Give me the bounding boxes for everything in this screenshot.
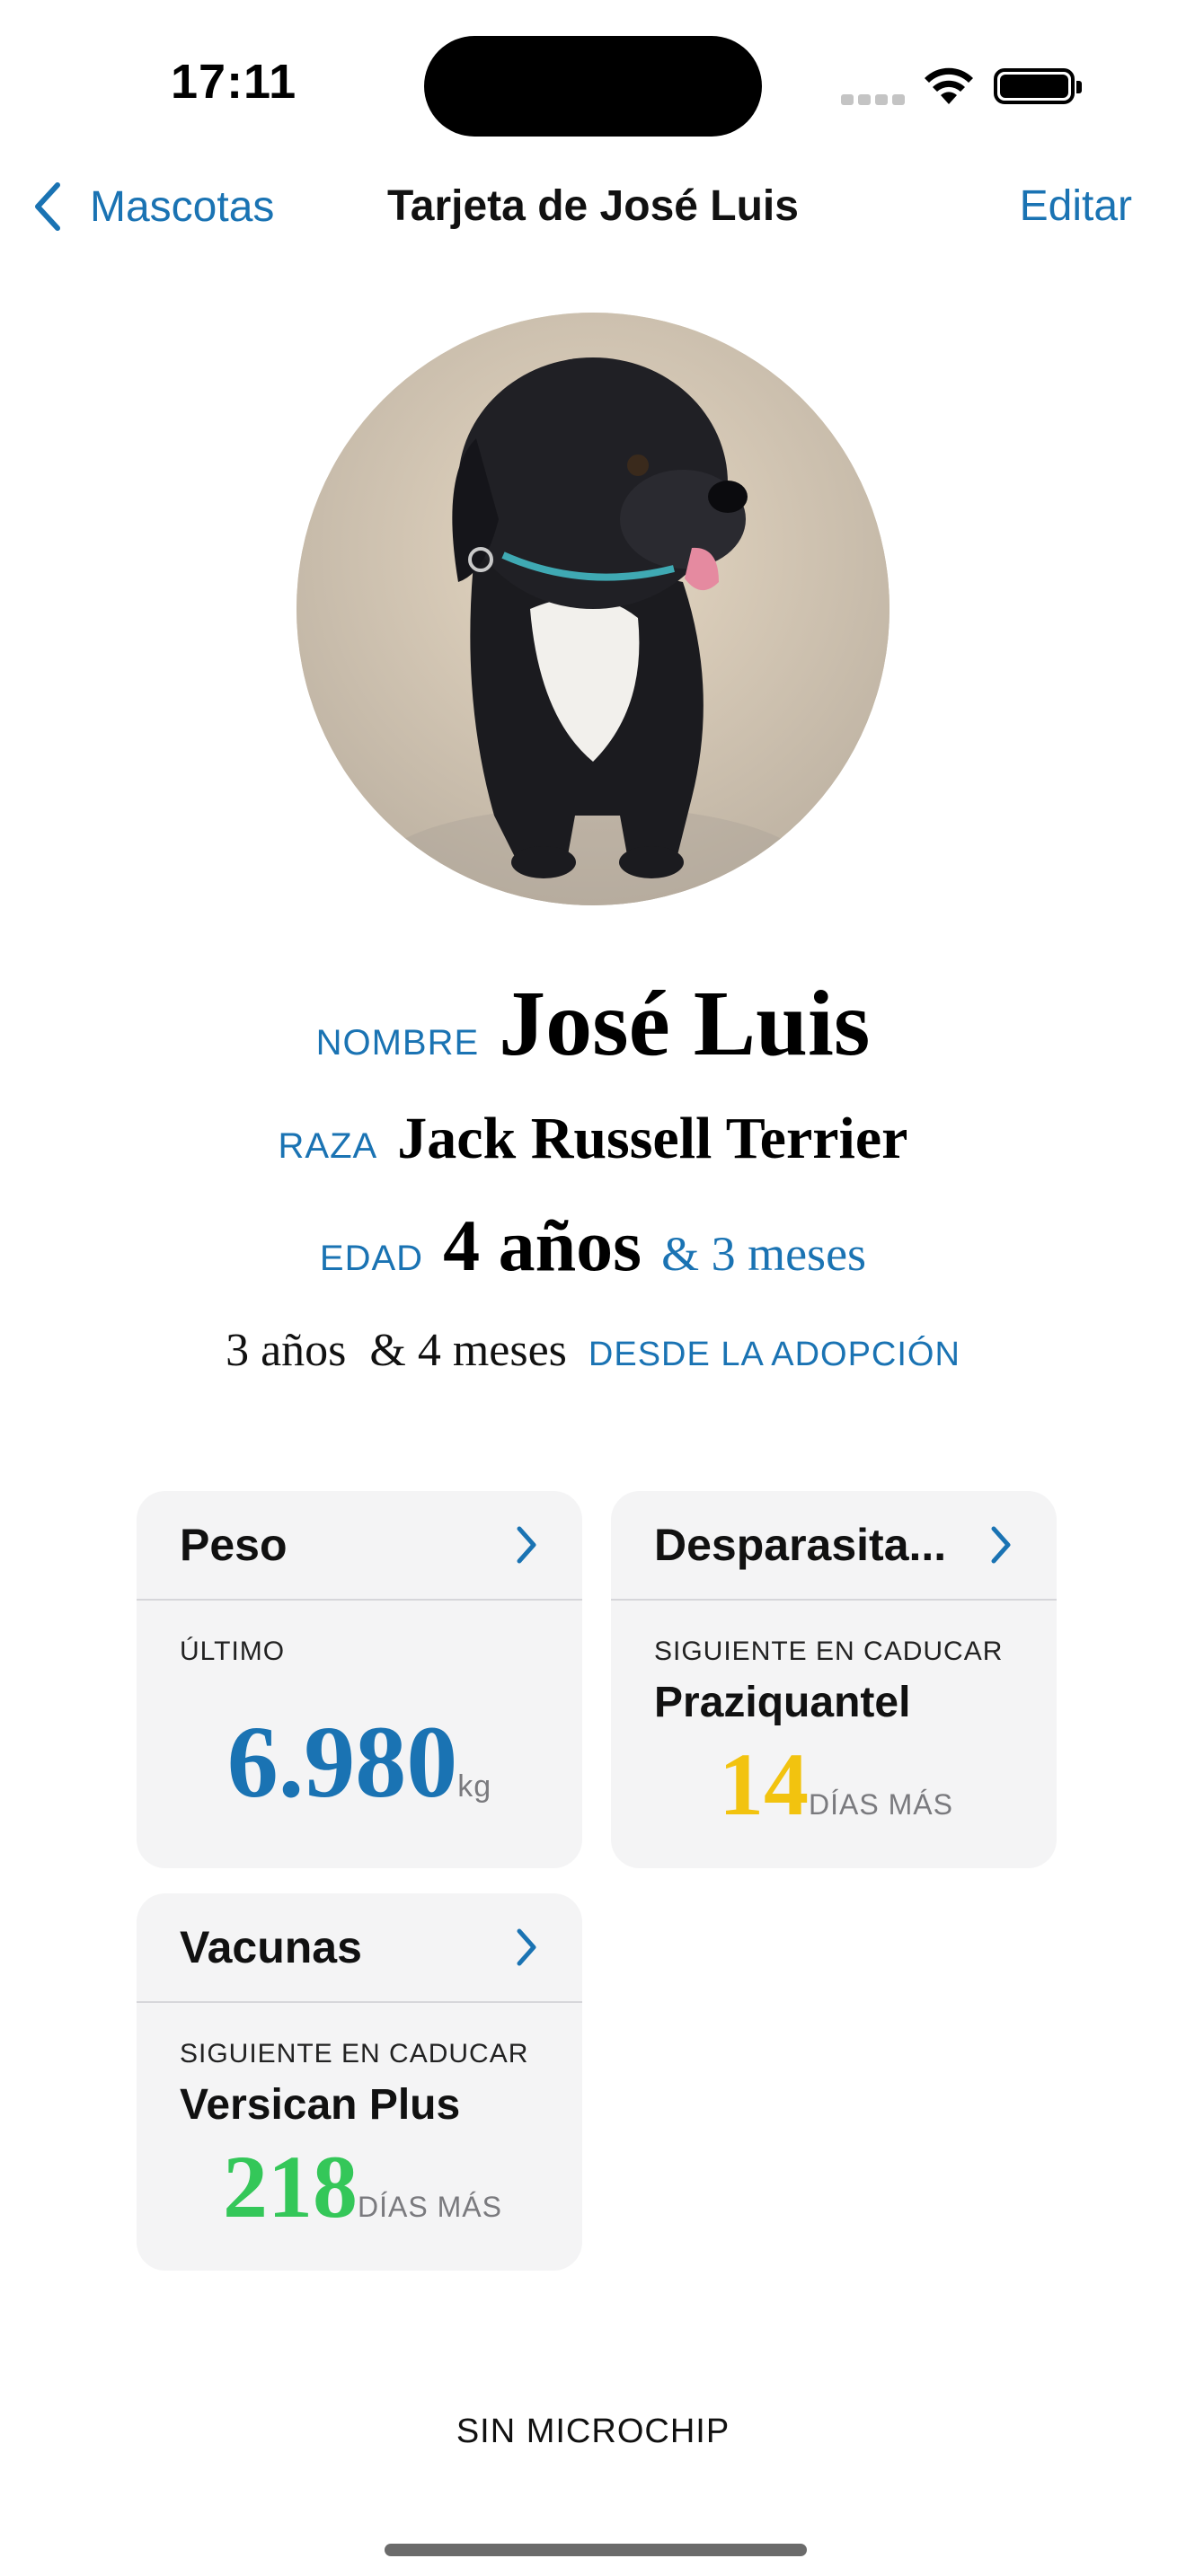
- pet-photo: [296, 313, 890, 905]
- weight-card[interactable]: Peso ÚLTIMO 6.980kg: [137, 1491, 582, 1868]
- vaccines-card[interactable]: Vacunas SIGUIENTE EN CADUCAR Versican Pl…: [137, 1893, 582, 2271]
- age-label: Edad: [319, 1239, 424, 1278]
- adoption-label: DESDE LA ADOPCIÓN: [588, 1336, 960, 1373]
- weight-value: 6.980: [226, 1705, 458, 1819]
- pet-age-years: 4 años: [443, 1204, 642, 1286]
- deworming-card-header[interactable]: Desparasita...: [611, 1491, 1057, 1601]
- weight-card-title: Peso: [180, 1520, 288, 1570]
- chevron-right-icon: [517, 1928, 536, 1966]
- navigation-bar: Mascotas Tarjeta de José Luis Editar: [0, 171, 1186, 251]
- home-indicator[interactable]: [385, 2544, 807, 2556]
- pet-breed: Jack Russell Terrier: [397, 1106, 908, 1171]
- deworming-caption: SIGUIENTE EN CADUCAR: [654, 1636, 1004, 1666]
- deworming-days-row: 14DÍAS MÁS: [611, 1733, 1057, 1836]
- name-row: Nombre José Luis: [0, 970, 1186, 1077]
- vaccines-card-title: Vacunas: [180, 1922, 362, 1972]
- weight-caption: ÚLTIMO: [180, 1636, 286, 1666]
- name-label: Nombre: [315, 1023, 480, 1063]
- pet-age-months: & 3 meses: [661, 1227, 867, 1281]
- adoption-duration: 3 años & 4 meses: [226, 1325, 567, 1376]
- edit-button[interactable]: Editar: [1020, 181, 1132, 231]
- battery-icon: [994, 68, 1082, 104]
- wifi-icon: [925, 67, 973, 104]
- chevron-right-icon: [991, 1526, 1011, 1564]
- deworming-card-title: Desparasita...: [654, 1520, 947, 1570]
- deworming-days: 14: [719, 1734, 809, 1834]
- cellular-signal-icon: [841, 93, 909, 110]
- chevron-right-icon: [517, 1526, 536, 1564]
- page-title: Tarjeta de José Luis: [387, 182, 799, 230]
- vaccines-days-label: DÍAS MÁS: [358, 2191, 502, 2223]
- vaccines-card-header[interactable]: Vacunas: [137, 1893, 582, 2003]
- deworming-days-label: DÍAS MÁS: [809, 1788, 953, 1821]
- weight-unit: kg: [457, 1769, 492, 1804]
- vaccines-days-row: 218DÍAS MÁS: [137, 2135, 582, 2238]
- dog-photo-illustration: [296, 313, 890, 905]
- pet-name: José Luis: [499, 972, 871, 1075]
- status-bar: 17:11: [0, 0, 1186, 144]
- weight-card-header[interactable]: Peso: [137, 1491, 582, 1601]
- deworming-card[interactable]: Desparasita... SIGUIENTE EN CADUCAR Praz…: [611, 1491, 1057, 1868]
- vaccines-days: 218: [223, 2137, 358, 2236]
- vaccines-product: Versican Plus: [180, 2081, 461, 2129]
- vaccines-caption: SIGUIENTE EN CADUCAR: [180, 2039, 529, 2069]
- adoption-row: 3 años & 4 meses DESDE LA ADOPCIÓN: [0, 1324, 1186, 1377]
- status-time: 17:11: [171, 55, 297, 109]
- weight-value-row: 6.980kg: [180, 1703, 539, 1822]
- dynamic-island: [424, 36, 762, 137]
- deworming-product: Praziquantel: [654, 1679, 911, 1726]
- age-row: Edad 4 años & 3 meses: [0, 1204, 1186, 1288]
- breed-label: Raza: [278, 1126, 378, 1166]
- microchip-status: SIN MICROCHIP: [456, 2413, 730, 2450]
- breed-row: Raza Jack Russell Terrier: [0, 1105, 1186, 1173]
